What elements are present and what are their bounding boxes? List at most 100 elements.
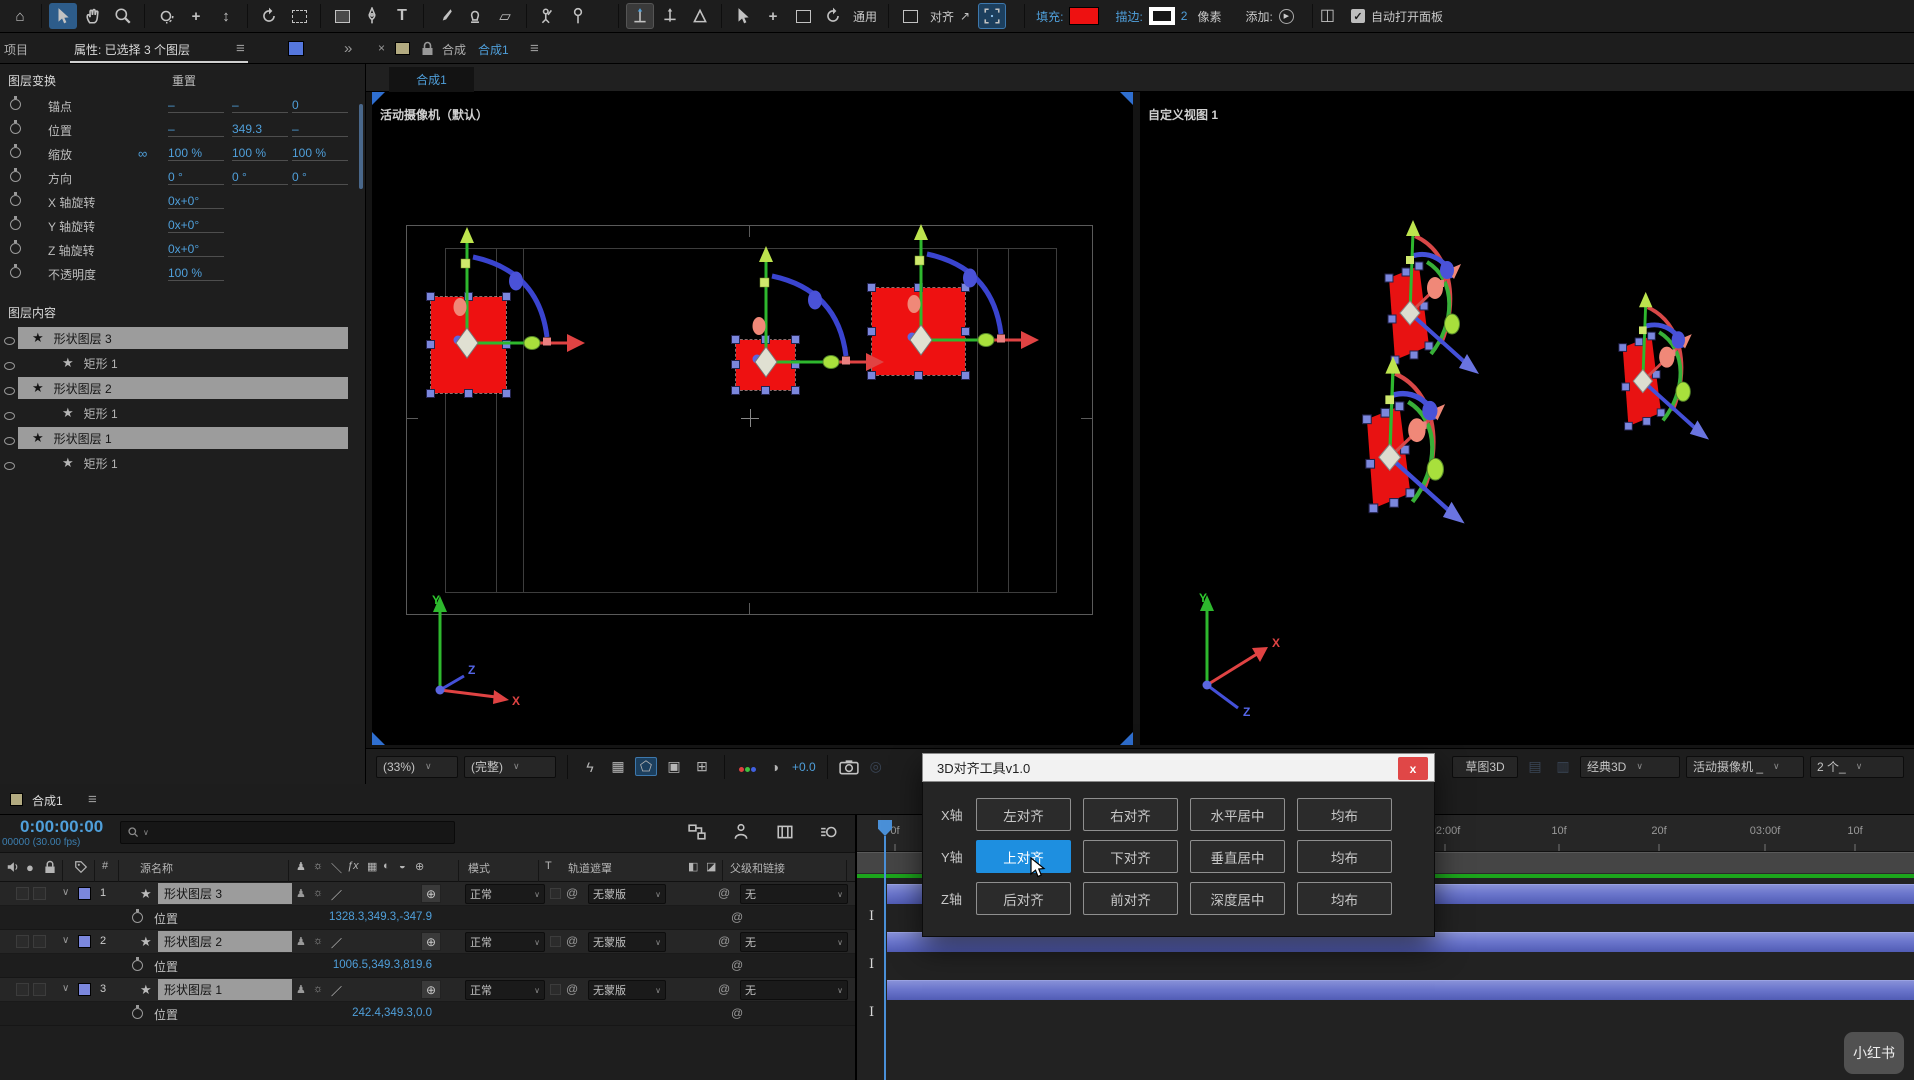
keyframe-ibeam[interactable]: I bbox=[869, 909, 874, 924]
position-property-label[interactable]: 位置 bbox=[154, 1006, 178, 1023]
align-right-button[interactable]: 右对齐 bbox=[1083, 798, 1178, 831]
shy-switch[interactable]: ♟ bbox=[296, 887, 306, 900]
property-pickwhip-icon[interactable]: @ bbox=[731, 1006, 743, 1020]
chevron-down-icon[interactable]: ∨ bbox=[62, 983, 69, 994]
shy-switch-icon[interactable]: ♟ bbox=[296, 860, 306, 873]
align-left-button[interactable]: 左对齐 bbox=[976, 798, 1071, 831]
position-property-label[interactable]: 位置 bbox=[154, 958, 178, 975]
align-shape-icon[interactable] bbox=[896, 3, 924, 29]
video-toggle[interactable] bbox=[16, 983, 29, 996]
opacity-value[interactable]: 100 % bbox=[168, 266, 224, 281]
adjustment-switch-icon[interactable]: ◒ bbox=[399, 860, 406, 872]
rect-name[interactable]: 矩形 1 bbox=[84, 405, 118, 422]
rectangle-tool-icon[interactable] bbox=[328, 3, 356, 29]
timeline-menu-icon[interactable]: ≡ bbox=[88, 792, 97, 807]
panel-toggle-icon[interactable]: ◫ bbox=[1320, 8, 1335, 24]
preserve-transparency-toggle[interactable] bbox=[550, 888, 561, 899]
threed-switch[interactable]: ⊕ bbox=[421, 884, 441, 903]
motion-blur-switch-icon[interactable]: ◐ bbox=[383, 860, 390, 872]
layer-name[interactable]: 形状图层 2 bbox=[158, 931, 292, 952]
shy-switch[interactable]: ♟ bbox=[296, 983, 306, 996]
view-layout-select[interactable]: 2 个_ ∨ bbox=[1810, 755, 1904, 778]
layer-name[interactable]: 形状图层 3 bbox=[54, 330, 112, 347]
stopwatch-icon[interactable] bbox=[10, 192, 21, 206]
timeline-tab[interactable]: 合成1 bbox=[32, 792, 63, 809]
properties-menu-icon[interactable]: ≡ bbox=[236, 41, 245, 56]
transparency-grid-icon[interactable]: ▦ bbox=[607, 758, 629, 775]
eye-icon[interactable] bbox=[4, 362, 15, 370]
list-item[interactable]: ★ 矩形 1 bbox=[0, 351, 366, 376]
eye-icon[interactable] bbox=[4, 412, 15, 420]
panel-overflow-icon[interactable]: » bbox=[344, 41, 352, 56]
brush-tool-icon[interactable] bbox=[431, 3, 459, 29]
selection-tool-icon[interactable] bbox=[49, 3, 77, 29]
center-vertical-button[interactable]: 垂直居中 bbox=[1190, 840, 1285, 873]
stopwatch-icon[interactable] bbox=[10, 216, 21, 230]
scale-z-value[interactable]: 100 % bbox=[292, 146, 348, 161]
selection-handle[interactable] bbox=[502, 389, 511, 398]
anchor-y-value[interactable]: – bbox=[232, 98, 288, 113]
table-row[interactable]: ∨ 1 ★ 形状图层 3 ♟ ☼ ／ ⊕ 正常 ∨ @ 无蒙版 ∨ @ 无 ∨ bbox=[0, 882, 855, 906]
motion-blur-icon[interactable] bbox=[820, 823, 838, 841]
transform-gizmo[interactable] bbox=[435, 225, 605, 375]
close-button[interactable]: x bbox=[1398, 757, 1428, 780]
pickwhip-icon[interactable]: @ bbox=[566, 934, 578, 948]
gizmo-rotate-icon[interactable] bbox=[819, 3, 847, 29]
align-top-button[interactable]: 上对齐 bbox=[976, 840, 1071, 873]
track-matte-select[interactable]: 无蒙版 ∨ bbox=[588, 932, 666, 952]
axis-mode-local-icon[interactable] bbox=[626, 3, 654, 29]
fill-label[interactable]: 填充: bbox=[1032, 8, 1067, 25]
stopwatch-icon[interactable] bbox=[10, 120, 21, 134]
pickwhip-icon[interactable]: @ bbox=[566, 982, 578, 996]
position-value[interactable]: 1328.3,349.3,-347.9 bbox=[282, 911, 432, 923]
stopwatch-icon[interactable] bbox=[10, 264, 21, 278]
align-front-button[interactable]: 前对齐 bbox=[1083, 882, 1178, 915]
hand-tool-icon[interactable] bbox=[79, 3, 107, 29]
property-pickwhip-icon[interactable]: @ bbox=[731, 958, 743, 972]
parent-pickwhip-icon[interactable]: @ bbox=[718, 886, 730, 900]
tab-properties[interactable]: 属性: 已选择 3 个图层 bbox=[74, 41, 190, 58]
exposure-reset-icon[interactable]: ◑ bbox=[764, 759, 786, 775]
source-name-column[interactable]: 源名称 bbox=[140, 860, 173, 876]
active-camera-view[interactable]: 活动摄像机（默认） Y X Z bbox=[372, 92, 1133, 745]
video-column-icon[interactable]: ● bbox=[26, 860, 34, 875]
parent-pickwhip-icon[interactable]: @ bbox=[718, 934, 730, 948]
chevron-down-icon[interactable]: ∨ bbox=[62, 935, 69, 946]
blend-mode-select[interactable]: 正常 ∨ bbox=[465, 932, 545, 952]
blend-mode-select[interactable]: 正常 ∨ bbox=[465, 884, 545, 904]
number-column-icon[interactable]: # bbox=[102, 860, 108, 872]
layer-name[interactable]: 形状图层 1 bbox=[158, 979, 292, 1000]
eye-icon[interactable] bbox=[4, 337, 15, 345]
position-x-value[interactable]: – bbox=[168, 122, 224, 137]
selection-handle[interactable] bbox=[913, 371, 923, 380]
threed-switch[interactable]: ⊕ bbox=[421, 932, 441, 951]
stopwatch-icon[interactable] bbox=[10, 240, 21, 254]
gizmo-mode-label[interactable]: 通用 bbox=[849, 8, 881, 25]
preserve-transparency-column[interactable]: T bbox=[545, 860, 552, 872]
audio-column-icon[interactable] bbox=[6, 860, 20, 874]
auto-open-checkbox[interactable]: ✓ bbox=[1350, 9, 1365, 23]
shy-switch[interactable]: ♟ bbox=[296, 935, 306, 948]
pan-camera-tool-icon[interactable]: + bbox=[182, 3, 210, 29]
eye-icon[interactable] bbox=[4, 437, 15, 445]
custom-view-1[interactable]: 自定义视图 1 Y X Z bbox=[1140, 92, 1914, 745]
track-matte-select[interactable]: 无蒙版 ∨ bbox=[588, 980, 666, 1000]
scale-y-value[interactable]: 100 % bbox=[232, 146, 288, 161]
axis-mode-view-icon[interactable] bbox=[686, 3, 714, 29]
roto-brush-tool-icon[interactable] bbox=[534, 3, 562, 29]
orientation-z-value[interactable]: 0 ° bbox=[292, 170, 348, 185]
reset-button[interactable]: 重置 bbox=[172, 72, 196, 89]
stroke-width-value[interactable]: 2 bbox=[1177, 9, 1192, 23]
lock-icon[interactable] bbox=[421, 41, 434, 56]
link-icon[interactable]: ∞ bbox=[138, 146, 147, 161]
layer-3d-gizmo[interactable] bbox=[1590, 290, 1758, 477]
chevron-down-icon[interactable]: ∨ bbox=[62, 887, 69, 898]
parent-pickwhip-icon[interactable]: @ bbox=[718, 982, 730, 996]
eraser-tool-icon[interactable]: ▱ bbox=[491, 3, 519, 29]
region-of-interest-icon[interactable]: ⬠ bbox=[635, 757, 657, 776]
track-matte-column[interactable]: 轨道遮罩 bbox=[568, 860, 612, 876]
mode-column[interactable]: 模式 bbox=[468, 860, 490, 876]
collapse-switch[interactable]: ☼ bbox=[313, 887, 323, 899]
anchor-z-value[interactable]: 0 bbox=[292, 98, 348, 113]
threed-switch-icon[interactable]: ⊕ bbox=[415, 860, 424, 873]
